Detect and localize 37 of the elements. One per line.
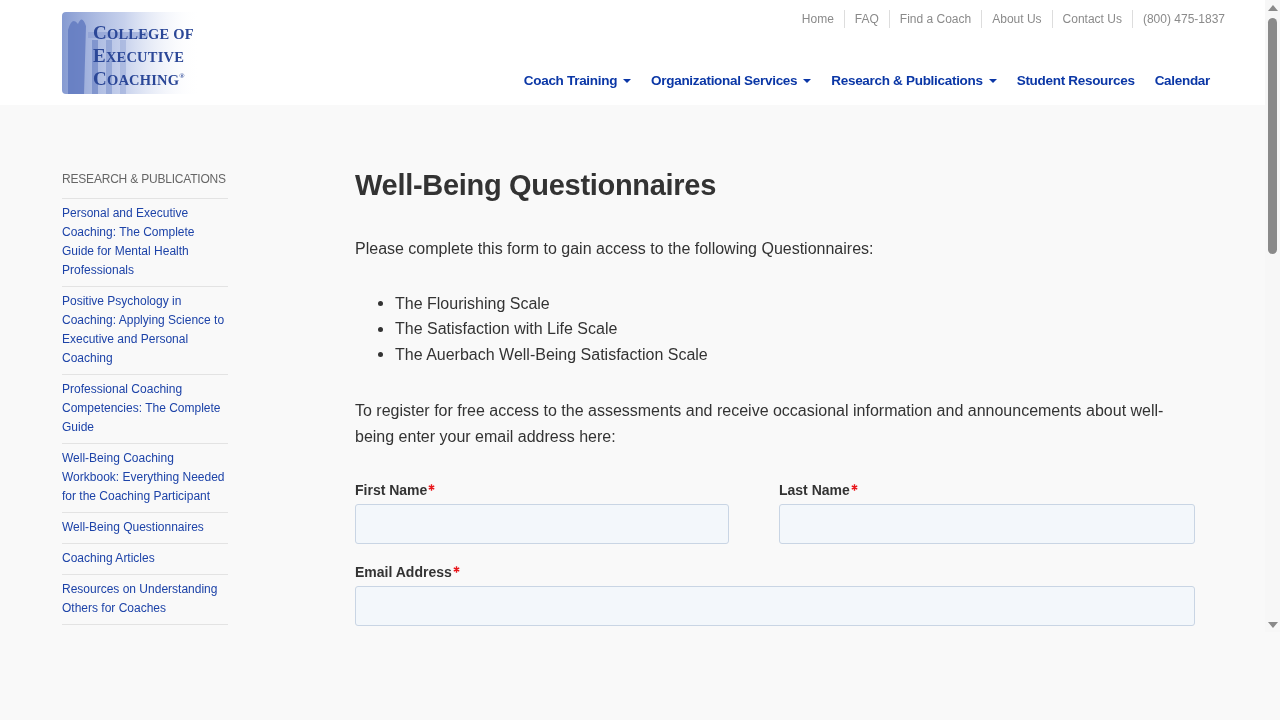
text-input-field[interactable] <box>779 503 1195 544</box>
sidebar-link[interactable]: Well-Being Coaching Workbook: Everything Needed for the Coaching Participant <box>62 449 228 506</box>
sidebar-link[interactable]: Professional Coaching Competencies: The Complete Guide <box>62 380 228 437</box>
top-nav-link[interactable]: Home <box>791 10 844 28</box>
top-nav-link[interactable]: Contact Us <box>1051 10 1132 28</box>
bullet-icon <box>378 326 383 332</box>
page-title: Well-Being Questionnaires <box>355 168 717 203</box>
field-label: Email Address <box>355 562 452 582</box>
scrollbar-thumb[interactable] <box>1268 18 1277 254</box>
sidebar-link[interactable]: Personal and Executive Coaching: The Complete Guide for Mental Health Professionals <box>62 204 228 280</box>
main-nav-link[interactable]: Student Resources <box>1006 71 1145 91</box>
main-nav-link[interactable]: Research & Publications <box>821 71 1007 91</box>
bullet-icon <box>378 352 383 358</box>
field-label: Last Name <box>779 480 850 500</box>
top-nav-link[interactable]: (800) 475-1837 <box>1131 10 1225 28</box>
questionnaire-item: The Flourishing Scale <box>395 293 550 314</box>
register-text: To register for free access to the assessments and receive occasional information and announcements about well-being enter your email address here: <box>355 400 1165 447</box>
intro-text: Please complete this form to gain access to the following Questionnaires: <box>355 239 875 259</box>
field-label: First Name <box>355 480 428 500</box>
sidebar-link[interactable]: Well-Being Questionnaires <box>62 518 228 537</box>
sidebar-link[interactable]: Resources on Understanding Others for Coaches <box>62 580 228 618</box>
sidebar-link[interactable]: Positive Psychology in Coaching: Applying Science to Executive and Personal Coaching <box>62 292 228 368</box>
sidebar-heading: RESEARCH & PUBLICATIONS <box>62 171 228 199</box>
sidebar-link[interactable]: Coaching Articles <box>62 549 228 568</box>
questionnaire-item: The Auerbach Well-Being Satisfaction Scale <box>395 344 708 365</box>
scroll-up-icon[interactable] <box>1267 5 1278 11</box>
scroll-down-icon[interactable] <box>1267 622 1278 628</box>
text-input-field[interactable] <box>355 585 1195 626</box>
main-nav-link[interactable]: Organizational Services <box>641 71 822 91</box>
questionnaire-item: The Satisfaction with Life Scale <box>395 319 618 340</box>
top-nav-link[interactable]: Find a Coach <box>888 10 982 28</box>
main-nav-link[interactable]: Calendar <box>1144 71 1210 91</box>
main-nav-link[interactable]: Coach Training <box>513 71 642 91</box>
top-nav-link[interactable]: About Us <box>981 10 1052 28</box>
top-nav-link[interactable]: FAQ <box>843 10 889 28</box>
text-input-field[interactable] <box>355 503 729 544</box>
bullet-icon <box>378 301 383 307</box>
